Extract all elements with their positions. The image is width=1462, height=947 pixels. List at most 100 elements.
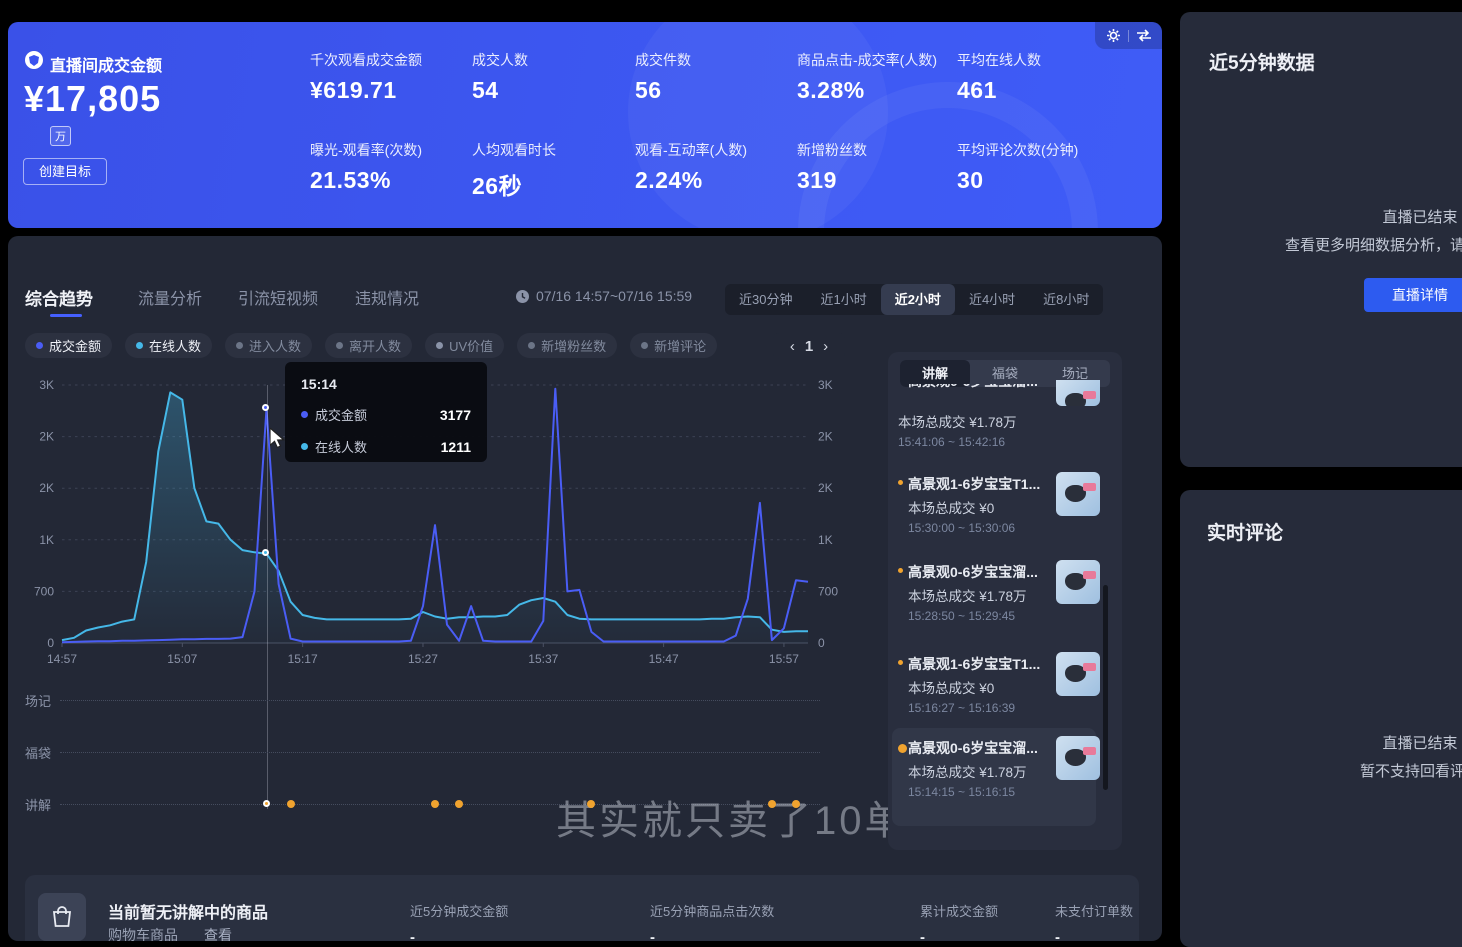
metric-曝光-观看率(次数): 曝光-观看率(次数) 21.53%	[310, 140, 470, 194]
legend-进入人数[interactable]: 进入人数	[225, 333, 312, 358]
range-近4小时[interactable]: 近4小时	[955, 284, 1029, 315]
event-row-福袋: 福袋	[8, 752, 858, 772]
svg-text:0: 0	[818, 636, 825, 650]
tab-流量分析[interactable]: 流量分析	[138, 285, 202, 309]
metric-成交件数: 成交件数56	[635, 50, 795, 104]
stat-未支付订单数: 未支付订单数-	[1055, 901, 1133, 941]
stat-近5分钟成交金额: 近5分钟成交金额 -	[410, 901, 508, 941]
explain-event-dot[interactable]	[431, 800, 439, 808]
item-status-dot	[898, 480, 903, 485]
legend-在线人数[interactable]: 在线人数	[125, 333, 212, 358]
metric-value: 21.53%	[310, 167, 470, 194]
last-5min-data-panel: 近5分钟数据 直播已结束 查看更多明细数据分析，请前往直播复盘 直播详情	[1180, 12, 1462, 467]
prev-page-arrow[interactable]: ‹	[790, 338, 795, 355]
explain-event-dot[interactable]	[587, 800, 595, 808]
panel-title: 近5分钟数据	[1209, 48, 1315, 75]
metric-label: 人均观看时长	[472, 140, 632, 160]
metric-平均在线人数: 平均在线人数461	[957, 50, 1117, 104]
stat-label: 近5分钟成交金额	[410, 901, 508, 920]
explain-event-dot[interactable]	[263, 800, 270, 807]
svg-text:1K: 1K	[39, 533, 54, 547]
primary-metric-label: 直播间成交金额	[50, 52, 162, 76]
event-row-label: 场记	[25, 691, 51, 710]
live-detail-button[interactable]: 直播详情	[1364, 278, 1462, 312]
range-近8小时[interactable]: 近8小时	[1029, 284, 1103, 315]
create-goal-button[interactable]: 创建目标	[23, 158, 107, 185]
tooltip-row: 在线人数1211	[301, 437, 471, 456]
swap-icon[interactable]	[1136, 29, 1152, 42]
svg-text:2K: 2K	[818, 430, 833, 444]
metric-label: 成交人数	[472, 50, 632, 70]
next-page-arrow[interactable]: ›	[823, 338, 828, 355]
svg-text:0: 0	[47, 636, 54, 650]
stat-近5分钟商品点击次数: 近5分钟商品点击次数-	[650, 901, 774, 941]
product-thumbnail	[1056, 560, 1100, 604]
svg-text:15:27: 15:27	[408, 652, 438, 666]
item-gmv: 本场总成交 ¥0	[908, 497, 994, 517]
item-time-range: 15:14:15 ~ 15:16:15	[908, 785, 1015, 799]
svg-text:3K: 3K	[818, 378, 833, 392]
explain-event-dot[interactable]	[792, 800, 800, 808]
toolbar-divider	[1128, 30, 1129, 42]
item-time-range: 15:16:27 ~ 15:16:39	[908, 701, 1015, 715]
chart-tooltip: 15:14 成交金额3177在线人数1211	[285, 362, 487, 462]
event-row-label: 讲解	[25, 795, 51, 814]
legend-dot	[528, 342, 535, 349]
stat-label: 累计成交金额	[920, 901, 998, 920]
explain-tab-福袋[interactable]: 福袋	[970, 360, 1040, 387]
explain-tab-讲解[interactable]: 讲解	[900, 360, 970, 387]
current-explain-bar: 当前暂无讲解中的商品 购物车商品查看 近5分钟成交金额 - 近5分钟商品点击次数- 累…	[25, 875, 1139, 941]
product-thumbnail	[1056, 736, 1100, 780]
item-gmv: 本场总成交 ¥1.78万	[898, 411, 1017, 431]
explain-event-dot[interactable]	[455, 800, 463, 808]
product-thumbnail	[1056, 652, 1100, 696]
date-range-text: 07/16 14:57~07/16 15:59	[536, 288, 692, 304]
live-metrics-banner: 直播间成交金额 ¥17,805 万 创建目标 千次观看成交金额¥619.71成交…	[8, 22, 1162, 228]
item-title: 高景观0-6岁宝宝溜...	[908, 384, 1048, 394]
metric-label: 曝光-观看率(次数)	[310, 140, 470, 160]
range-近1小时[interactable]: 近1小时	[806, 284, 880, 315]
view-cart-link[interactable]: 查看	[204, 927, 232, 941]
stat-累计成交金额: 累计成交金额-	[920, 901, 998, 941]
svg-text:15:47: 15:47	[649, 652, 679, 666]
explain-event-dot[interactable]	[768, 800, 776, 808]
metric-value: 2.24%	[635, 167, 795, 194]
svg-text:700: 700	[818, 584, 838, 598]
legend-离开人数[interactable]: 离开人数	[325, 333, 412, 358]
item-status-dot	[898, 568, 903, 573]
event-row-场记: 场记	[8, 700, 858, 720]
legend-新增粉丝数[interactable]: 新增粉丝数	[517, 333, 617, 358]
explain-event-dot[interactable]	[287, 800, 295, 808]
range-近2小时[interactable]: 近2小时	[881, 284, 955, 315]
metric-商品点击-成交率(人数): 商品点击-成交率(人数) 3.28%	[797, 50, 957, 104]
item-gmv: 本场总成交 ¥0	[908, 677, 994, 697]
trend-panel: 综合趋势 流量分析 引流短视频 违规情况 07/16 14:57~07/16 15:5…	[8, 236, 1162, 941]
product-thumbnail	[1056, 472, 1100, 516]
tab-引流短视频[interactable]: 引流短视频	[238, 285, 318, 309]
list-scrollbar[interactable]	[1103, 585, 1108, 790]
cart-products-label: 购物车商品查看	[108, 925, 232, 941]
metric-label: 新增粉丝数	[797, 140, 957, 160]
stat-value: -	[410, 929, 508, 941]
svg-text:15:07: 15:07	[167, 652, 197, 666]
legend-新增评论[interactable]: 新增评论	[630, 333, 717, 358]
legend-dot	[136, 342, 143, 349]
metric-平均评论次数(分钟): 平均评论次数(分钟)30	[957, 140, 1117, 194]
legend-UV价值[interactable]: UV价值	[425, 333, 504, 358]
item-status-dot	[898, 660, 903, 665]
range-近30分钟[interactable]: 近30分钟	[725, 284, 806, 315]
tab-违规情况[interactable]: 违规情况	[355, 285, 419, 309]
metric-value: 3.28%	[797, 77, 957, 104]
tab-综合趋势[interactable]: 综合趋势	[25, 285, 93, 310]
no-explaining-product-title: 当前暂无讲解中的商品	[108, 899, 268, 923]
metric-label: 观看-互动率(人数)	[635, 140, 795, 160]
realtime-comments-panel: 实时评论 直播已结束 暂不支持回看评论	[1180, 490, 1462, 947]
legend-成交金额[interactable]: 成交金额	[25, 333, 112, 358]
item-gmv: 本场总成交 ¥1.78万	[908, 585, 1027, 605]
metric-value: 56	[635, 77, 795, 104]
gear-icon[interactable]	[1106, 28, 1121, 43]
svg-text:3K: 3K	[39, 378, 54, 392]
event-row-dotted-line	[60, 700, 820, 701]
metric-label: 商品点击-成交率(人数)	[797, 50, 957, 70]
svg-text:2K: 2K	[39, 481, 54, 495]
